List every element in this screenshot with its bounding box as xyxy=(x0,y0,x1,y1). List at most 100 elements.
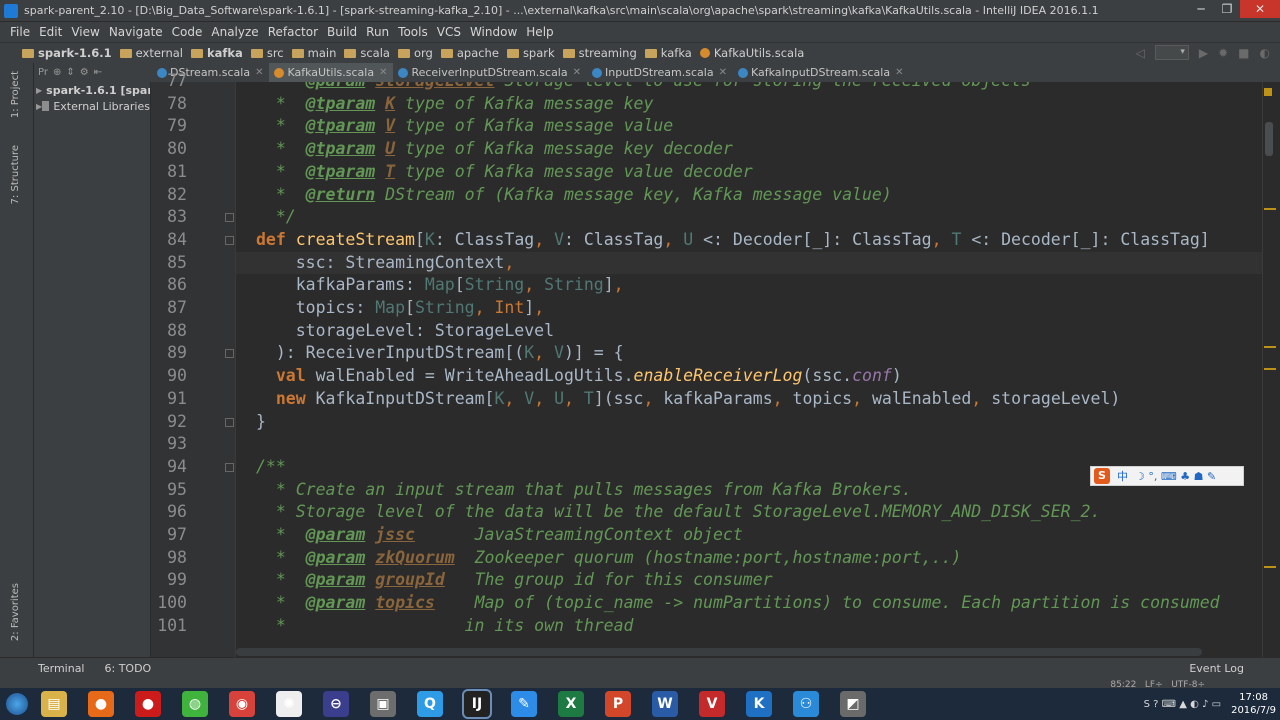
code-line[interactable]: val walEnabled = WriteAheadLogUtils.enab… xyxy=(256,365,902,388)
structure-tool-button[interactable]: 7: Structure xyxy=(10,145,21,204)
taskbar-note-icon[interactable]: ✎ xyxy=(504,689,544,719)
menu-window[interactable]: Window xyxy=(470,25,517,39)
debug-icon[interactable]: ✹ xyxy=(1218,46,1228,60)
menu-run[interactable]: Run xyxy=(366,25,389,39)
code-line[interactable]: * @tparam V type of Kafka message value xyxy=(256,115,673,138)
taskbar-powerpoint-icon[interactable]: P xyxy=(598,689,638,719)
tab-inputdstream[interactable]: InputDStream.scala ✕ xyxy=(587,63,733,82)
collapse-icon[interactable]: ⇕ xyxy=(66,67,74,78)
breadcrumb-item[interactable]: external xyxy=(119,46,183,60)
code-line[interactable]: */ xyxy=(256,206,296,229)
code-line[interactable]: * @param jssc JavaStreamingContext objec… xyxy=(256,524,743,547)
code-line[interactable]: /** xyxy=(256,456,286,479)
fold-marker-icon[interactable] xyxy=(225,462,234,472)
start-button[interactable] xyxy=(0,688,34,720)
taskbar-wechat-icon[interactable]: ◍ xyxy=(175,689,215,719)
fold-marker-icon[interactable] xyxy=(225,213,234,223)
maximize-button[interactable]: ❐ xyxy=(1214,0,1240,18)
back-icon[interactable]: ◁ xyxy=(1136,46,1145,60)
code-line[interactable]: ssc: StreamingContext, xyxy=(256,252,515,275)
taskbar-pinwheel-icon[interactable]: ✺ xyxy=(269,689,309,719)
taskbar-record-icon[interactable]: ● xyxy=(128,689,168,719)
close-tab-icon[interactable]: ✕ xyxy=(719,67,727,78)
taskbar-chrome-icon[interactable]: ◉ xyxy=(222,689,262,719)
breadcrumb-item[interactable]: src xyxy=(250,46,284,60)
code-line[interactable]: def createStream[K: ClassTag, V: ClassTa… xyxy=(256,229,1210,252)
scroll-thumb[interactable] xyxy=(1265,122,1273,156)
taskbar-app-ring-icon[interactable]: ⊖ xyxy=(316,689,356,719)
menu-navigate[interactable]: Navigate xyxy=(109,25,163,39)
code-line[interactable]: * @param groupId The group id for this c… xyxy=(256,569,773,592)
taskbar-window-app-icon[interactable]: ◩ xyxy=(833,689,873,719)
ime-language[interactable]: 中 xyxy=(1117,468,1128,484)
expand-arrow-icon[interactable]: ▶ xyxy=(36,86,42,95)
favorites-tool-button[interactable]: 2: Favorites xyxy=(10,583,21,641)
breadcrumb-item[interactable]: spark xyxy=(506,46,555,60)
code-line[interactable]: * @param topics Map of (topic_name -> nu… xyxy=(256,592,1220,615)
fold-marker-icon[interactable] xyxy=(225,417,234,427)
close-tab-icon[interactable]: ✕ xyxy=(255,67,263,78)
code-line[interactable]: storageLevel: StorageLevel xyxy=(256,320,554,343)
breadcrumb-item[interactable]: apache xyxy=(440,46,499,60)
stop-icon[interactable]: ■ xyxy=(1238,46,1249,60)
event-log-button[interactable]: Event Log xyxy=(1189,662,1244,675)
code-line[interactable]: * in its own thread xyxy=(256,615,634,638)
menu-vcs[interactable]: VCS xyxy=(437,25,461,39)
menu-tools[interactable]: Tools xyxy=(398,25,428,39)
tab-kafkainputdstream[interactable]: KafkaInputDStream.scala ✕ xyxy=(733,63,910,82)
ime-toolbar[interactable]: S 中 ☽ °, ⌨ ♣ ☗ ✎ xyxy=(1090,466,1244,486)
close-button[interactable]: ✕ xyxy=(1240,0,1280,18)
warning-marker[interactable] xyxy=(1264,88,1272,96)
code-line[interactable]: ): ReceiverInputDStream[(K, V)] = { xyxy=(256,342,624,365)
taskbar-clock[interactable]: 17:08 2016/7/9 xyxy=(1231,691,1276,717)
usage-marker[interactable] xyxy=(1264,346,1276,348)
usage-marker[interactable] xyxy=(1264,368,1276,370)
taskbar-explorer-icon[interactable]: ▤ xyxy=(34,689,74,719)
tree-item-module[interactable]: ▶ spark-1.6.1 [spark xyxy=(34,82,150,98)
menu-build[interactable]: Build xyxy=(327,25,357,39)
code-line[interactable]: topics: Map[String, Int], xyxy=(256,297,544,320)
project-tool-button[interactable]: 1: Project xyxy=(10,71,21,118)
breadcrumb-item[interactable]: main xyxy=(291,46,336,60)
code-line[interactable]: * @tparam T type of Kafka message value … xyxy=(256,161,753,184)
taskbar-excel-icon[interactable]: X xyxy=(551,689,591,719)
fold-marker-icon[interactable] xyxy=(225,235,234,245)
breadcrumb-item[interactable]: scala xyxy=(344,46,390,60)
taskbar-terminal-app-icon[interactable]: ▣ xyxy=(363,689,403,719)
menu-refactor[interactable]: Refactor xyxy=(268,25,318,39)
minimize-button[interactable]: ─ xyxy=(1188,0,1214,18)
tab-kafkautils[interactable]: KafkaUtils.scala ✕ xyxy=(269,63,394,82)
gear-icon[interactable]: ⚙ xyxy=(80,67,89,78)
code-line[interactable]: } xyxy=(256,411,266,434)
taskbar-firefox-icon[interactable]: ● xyxy=(81,689,121,719)
close-tab-icon[interactable]: ✕ xyxy=(895,67,903,78)
menu-code[interactable]: Code xyxy=(172,25,203,39)
code-line[interactable]: kafkaParams: Map[String, String], xyxy=(256,274,624,297)
close-tab-icon[interactable]: ✕ xyxy=(379,67,387,78)
code-line[interactable]: * @param storageLevel Storage level to u… xyxy=(256,82,1031,93)
close-tab-icon[interactable]: ✕ xyxy=(573,67,581,78)
breadcrumb-item[interactable]: kafka xyxy=(644,46,692,60)
run-icon[interactable]: ▶ xyxy=(1199,46,1208,60)
menu-help[interactable]: Help xyxy=(526,25,553,39)
hide-icon[interactable]: ⇤ xyxy=(94,67,102,78)
run-config-dropdown[interactable]: ▾ xyxy=(1154,45,1189,60)
usage-marker[interactable] xyxy=(1264,208,1276,210)
menu-view[interactable]: View xyxy=(71,25,99,39)
horizontal-scrollbar[interactable] xyxy=(236,648,1202,656)
tab-receiverinputdstream[interactable]: ReceiverInputDStream.scala ✕ xyxy=(393,63,587,82)
breadcrumb-item[interactable]: kafka xyxy=(191,46,243,60)
taskbar-qq-icon[interactable]: Q xyxy=(410,689,450,719)
taskbar-intellij-icon[interactable]: IJ xyxy=(457,689,497,719)
todo-tool-button[interactable]: 6: TODO xyxy=(105,662,152,675)
code-line[interactable]: * Create an input stream that pulls mess… xyxy=(256,479,912,502)
code-line[interactable]: * @tparam K type of Kafka message key xyxy=(256,93,654,116)
breadcrumb-item[interactable]: KafkaUtils.scala xyxy=(699,46,804,60)
breadcrumb-item[interactable]: org xyxy=(397,46,433,60)
code-line[interactable]: new KafkaInputDStream[K, V, U, T](ssc, k… xyxy=(256,388,1120,411)
code-line[interactable]: * @tparam U type of Kafka message key de… xyxy=(256,138,733,161)
taskbar-word-icon[interactable]: W xyxy=(645,689,685,719)
tree-item-external-libraries[interactable]: ▶ External Libraries xyxy=(34,98,150,114)
taskbar-k-app-icon[interactable]: K xyxy=(739,689,779,719)
menu-edit[interactable]: Edit xyxy=(39,25,62,39)
